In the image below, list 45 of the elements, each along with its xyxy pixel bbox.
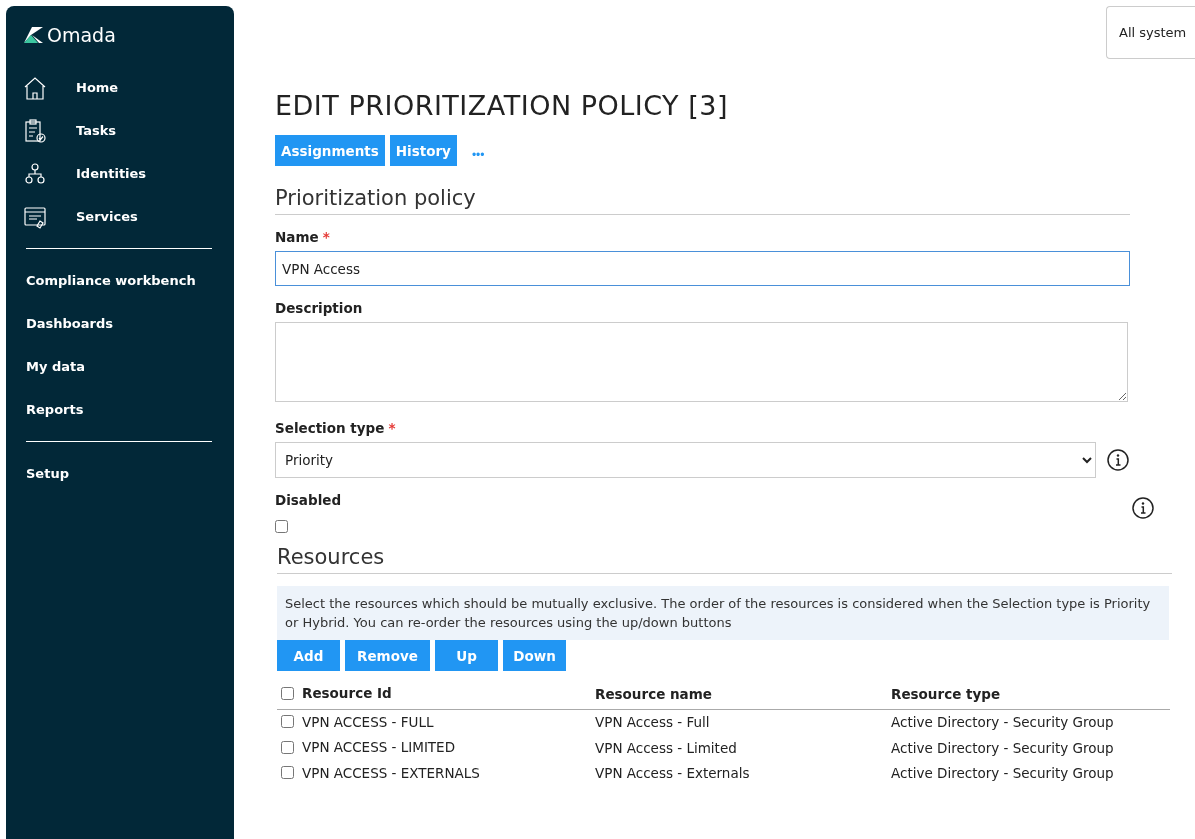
nav-item[interactable]: Reports (6, 388, 234, 431)
table-cell: VPN ACCESS - FULL (302, 713, 434, 730)
column-header[interactable]: Resource Id (302, 685, 392, 701)
nav-item[interactable]: My data (6, 345, 234, 388)
column-header[interactable]: Resource type (891, 685, 1001, 702)
table-cell: VPN ACCESS - LIMITED (302, 739, 456, 755)
column-header[interactable]: Resource name (595, 685, 712, 702)
info-icon[interactable] (1106, 448, 1130, 472)
name-field[interactable]: VPN Access (275, 251, 1130, 286)
info-icon[interactable] (1131, 496, 1155, 520)
required-mark: * (388, 420, 396, 436)
logo-icon (22, 25, 44, 45)
nav-item[interactable]: Compliance workbench (6, 259, 234, 302)
row-checkbox[interactable] (281, 766, 294, 779)
nav-item[interactable]: Tasks (6, 109, 234, 152)
info-text: Select the resources which should be mutually exclusive. The order of the resources is considered when the Selection type is Priority or Hybrid. You can re-order the resources using the up/down buttons (277, 586, 1169, 640)
section-title: Prioritization policy (275, 186, 1130, 215)
field-label: Description (275, 300, 363, 316)
section-title: Resources (277, 545, 1172, 574)
table-cell: Active Directory - Security Group (891, 739, 1114, 756)
page-title: EDIT PRIORITIZATION POLICY [3] (275, 90, 729, 121)
field-label: Selection type (275, 420, 385, 436)
description-field[interactable] (275, 322, 1128, 402)
row-checkbox[interactable] (281, 715, 294, 728)
system-selector[interactable]: All system (1106, 6, 1195, 59)
required-mark: * (322, 229, 330, 245)
table-cell: Active Directory - Security Group (891, 714, 1114, 731)
nav-item[interactable]: Dashboards (6, 302, 234, 345)
table-cell: VPN ACCESS - EXTERNALS (302, 764, 480, 781)
row-checkbox[interactable] (281, 740, 294, 754)
selection-type-select[interactable]: Priority (275, 442, 1096, 478)
table-cell: Active Directory - Security Group (891, 765, 1114, 782)
nav-icon (22, 160, 48, 187)
nav-item[interactable]: Home (6, 66, 234, 109)
table-cell: VPN Access - Limited (595, 739, 737, 756)
nav-item[interactable]: Setup (6, 452, 234, 495)
field-label: Disabled (275, 492, 342, 508)
table-cell: VPN Access - Full (595, 714, 710, 731)
nav-icon (22, 117, 48, 144)
select-all-checkbox[interactable] (281, 686, 294, 700)
field-label: Name (275, 229, 319, 245)
nav-item[interactable]: Identities (6, 152, 234, 195)
nav-item[interactable]: Services (6, 195, 234, 238)
logo-text: Omada (47, 24, 116, 46)
table-cell: VPN Access - Externals (595, 765, 750, 782)
